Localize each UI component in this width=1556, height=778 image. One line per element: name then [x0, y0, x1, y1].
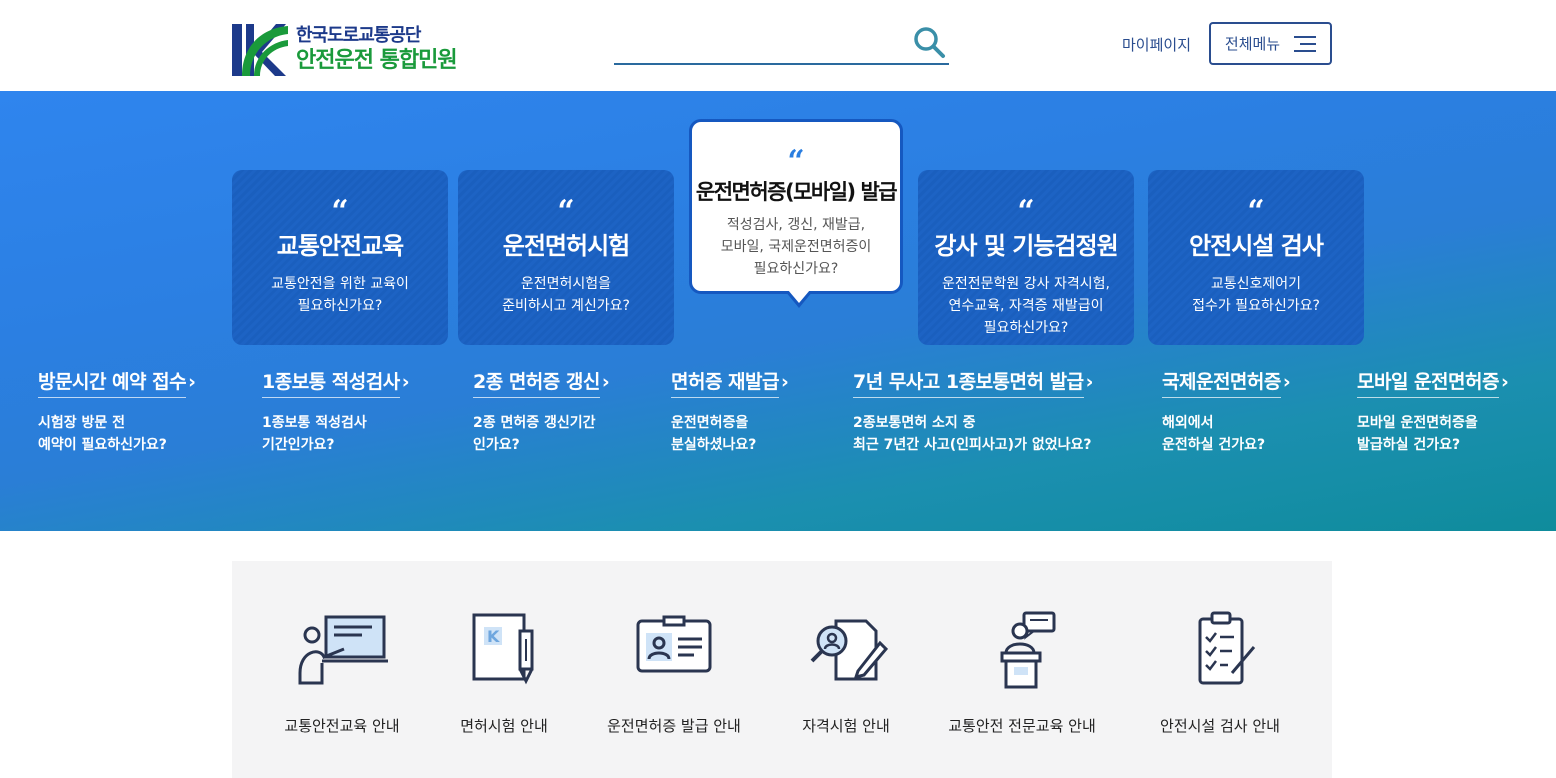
link-title: 모바일 운전면허증	[1357, 367, 1499, 398]
chevron-right-icon: ›	[1500, 371, 1509, 393]
card-desc: 적성검사, 갱신, 재발급,	[726, 217, 866, 233]
guide-facility-inspection[interactable]: 안전시설 검사 안내	[1130, 611, 1310, 736]
quote-icon: “	[557, 194, 575, 229]
exam-search-icon	[810, 619, 889, 681]
chevron-right-icon: ›	[188, 371, 196, 393]
link-title: 방문시간 예약 접수	[38, 367, 187, 398]
guide-license-test[interactable]: K 면허시험 안내	[414, 611, 594, 736]
all-menu-label: 전체메뉴	[1224, 35, 1281, 53]
card-desc: 운전전문학원 강사 자격시험,	[942, 276, 1110, 292]
card-title: 운전면허증(모바일) 발급	[695, 180, 898, 204]
search-icon[interactable]	[911, 24, 947, 60]
chevron-right-icon: ›	[1282, 371, 1291, 393]
guide-traffic-education[interactable]: 교통안전교육 안내	[252, 611, 432, 736]
card-desc: 교통안전을 위한 교육이	[271, 276, 409, 292]
link-title: 1종보통 적성검사	[262, 367, 400, 398]
link-desc: 운전하실 건가요?	[1162, 437, 1266, 453]
guide-label: 안전시설 검사 안내	[1160, 717, 1280, 735]
link-accident-free-license[interactable]: 7년 무사고 1종보통면허 발급 › 2종보통면허 소지 중최근 7년간 사고(인…	[853, 367, 1093, 456]
guide-label: 운전면허증 발급 안내	[607, 717, 741, 735]
link-license-reissue[interactable]: 면허증 재발급 › 운전면허증을분실하셨나요?	[671, 367, 789, 456]
link-desc: 모바일 운전면허증을	[1357, 415, 1478, 431]
guide-label: 자격시험 안내	[802, 717, 890, 735]
mypage-link[interactable]: 마이페이지	[1122, 34, 1191, 55]
link-desc: 2종 면허증 갱신기간	[473, 415, 596, 431]
link-desc: 시험장 방문 전	[38, 415, 126, 431]
guide-label: 면허시험 안내	[460, 717, 548, 735]
card-desc: 모바일, 국제운전면허증이	[720, 239, 872, 255]
teacher-board-icon	[298, 615, 388, 685]
podium-speaker-icon	[1000, 611, 1056, 689]
card-desc: 필요하신가요?	[983, 320, 1069, 336]
site-logo[interactable]: 한국도로교통공단 안전운전 통합민원	[232, 22, 492, 78]
card-license-issue-active[interactable]: “ 운전면허증(모바일) 발급 적성검사, 갱신, 재발급, 모바일, 국제운전…	[689, 119, 903, 308]
card-title: 운전면허시험	[502, 232, 630, 260]
card-title: 교통안전교육	[276, 232, 404, 260]
card-instructor-examiner[interactable]: “ 강사 및 기능검정원 운전전문학원 강사 자격시험, 연수교육, 자격증 재…	[918, 170, 1134, 345]
card-desc: 필요하신가요?	[297, 298, 383, 314]
link-visit-reservation[interactable]: 방문시간 예약 접수 › 시험장 방문 전예약이 필요하신가요?	[38, 367, 196, 456]
chevron-right-icon: ›	[401, 371, 410, 393]
svg-text:K: K	[487, 627, 500, 646]
link-desc: 예약이 필요하신가요?	[38, 437, 167, 453]
chevron-right-icon: ›	[1085, 371, 1094, 393]
chevron-right-icon: ›	[601, 371, 610, 393]
card-license-exam[interactable]: “ 운전면허시험 운전면허시험을 준비하시고 계신가요?	[458, 170, 674, 345]
link-license-renewal[interactable]: 2종 면허증 갱신 › 2종 면허증 갱신기간인가요?	[473, 367, 610, 456]
all-menu-button[interactable]: 전체메뉴	[1209, 22, 1332, 65]
card-desc: 연수교육, 자격증 재발급이	[948, 298, 1104, 314]
koroad-logo-icon	[232, 24, 288, 76]
speech-tail-inner	[788, 290, 810, 303]
link-desc: 운전면허증을	[671, 415, 749, 431]
quote-icon: “	[787, 144, 805, 179]
link-aptitude-test[interactable]: 1종보통 적성검사 › 1종보통 적성검사 기간인가요?	[262, 367, 410, 456]
guide-qualification-exam[interactable]: 자격시험 안내	[756, 611, 936, 736]
id-card-icon	[636, 615, 712, 673]
card-traffic-safety-education[interactable]: “ 교통안전교육 교통안전을 위한 교육이 필요하신가요?	[232, 170, 448, 345]
link-desc: 발급하실 건가요?	[1357, 437, 1461, 453]
link-desc: 2종보통면허 소지 중	[853, 415, 976, 431]
link-title: 2종 면허증 갱신	[473, 367, 600, 398]
quote-icon: “	[1247, 194, 1265, 229]
link-desc: 1종보통 적성검사	[262, 415, 367, 431]
link-international-license[interactable]: 국제운전면허증 › 해외에서운전하실 건가요?	[1162, 367, 1291, 456]
guide-label: 교통안전교육 안내	[284, 717, 400, 735]
guide-label: 교통안전 전문교육 안내	[948, 717, 1096, 735]
link-desc: 인가요?	[473, 437, 520, 453]
link-title: 면허증 재발급	[671, 367, 780, 398]
card-title: 강사 및 기능검정원	[934, 232, 1118, 260]
chevron-right-icon: ›	[781, 371, 789, 393]
card-desc: 운전면허시험을	[520, 276, 612, 292]
guide-license-issue[interactable]: 운전면허증 발급 안내	[584, 611, 764, 736]
link-title: 7년 무사고 1종보통면허 발급	[853, 367, 1084, 398]
hamburger-icon	[1294, 35, 1317, 52]
card-desc: 교통신호제어기	[1210, 276, 1302, 292]
search-box	[614, 22, 949, 65]
card-desc: 접수가 필요하신가요?	[1192, 298, 1320, 314]
link-mobile-license[interactable]: 모바일 운전면허증 › 모바일 운전면허증을발급하실 건가요?	[1357, 367, 1509, 456]
clipboard-check-icon	[1198, 611, 1256, 685]
quote-icon: “	[331, 194, 349, 229]
link-desc: 해외에서	[1162, 415, 1214, 431]
logo-service-name: 안전운전 통합민원	[296, 48, 458, 73]
quote-icon: “	[1017, 194, 1035, 229]
search-input[interactable]	[614, 22, 904, 62]
link-title: 국제운전면허증	[1162, 367, 1281, 398]
card-safety-facility-inspection[interactable]: “ 안전시설 검사 교통신호제어기 접수가 필요하신가요?	[1148, 170, 1364, 345]
card-desc: 준비하시고 계신가요?	[502, 298, 630, 314]
guide-section: 교통안전교육 안내 K 면허시험 안내 운전면허증 발급 안내 자격시험 안내 …	[232, 561, 1332, 778]
guide-professional-education[interactable]: 교통안전 전문교육 안내	[932, 611, 1112, 736]
card-title: 안전시설 검사	[1189, 232, 1324, 260]
link-desc: 최근 7년간 사고(인피사고)가 없었나요?	[853, 437, 1092, 453]
link-desc: 기간인가요?	[262, 437, 335, 453]
hero-section: “ 교통안전교육 교통안전을 위한 교육이 필요하신가요? “ 운전면허시험 운…	[0, 91, 1556, 531]
card-desc: 필요하신가요?	[753, 261, 839, 277]
link-desc: 분실하셨나요?	[671, 437, 757, 453]
logo-org-name: 한국도로교통공단	[296, 25, 421, 46]
site-header: 한국도로교통공단 안전운전 통합민원 마이페이지 전체메뉴	[0, 0, 1556, 91]
license-test-icon: K	[472, 613, 534, 685]
